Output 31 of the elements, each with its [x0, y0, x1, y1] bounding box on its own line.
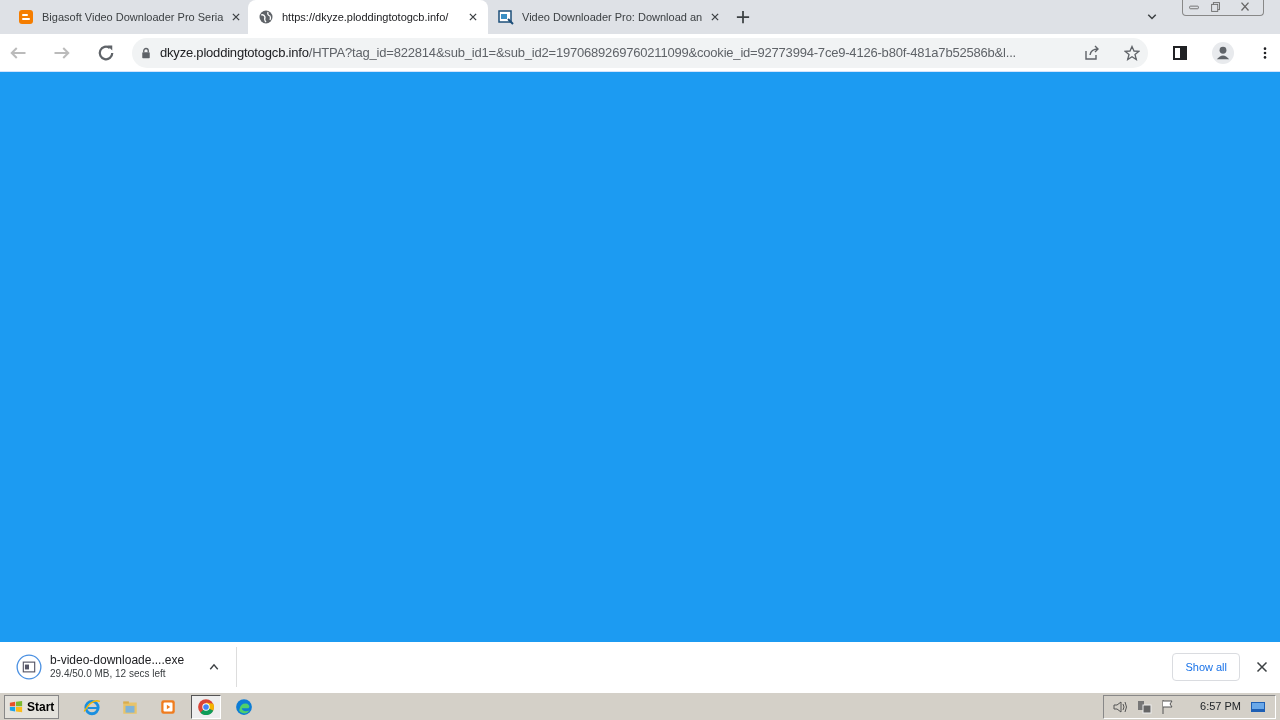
browser-tab[interactable]: Bigasoft Video Downloader Pro Seria: [8, 0, 248, 34]
address-bar[interactable]: dkyze.ploddingtotogcb.info/HTPA?tag_id=822814&sub_id1=&sub_id2=1970689269760211099&cookie_id=92773994-7ce9-4126-b80f-481a7b52586b&l...: [132, 37, 1148, 68]
globe-icon: [258, 9, 274, 25]
download-status: 29.4/50.0 MB, 12 secs left: [50, 668, 167, 681]
taskbar-chrome-button[interactable]: [191, 694, 222, 719]
share-icon[interactable]: [1084, 44, 1100, 61]
start-button[interactable]: Start: [4, 694, 60, 719]
speaker-icon[interactable]: [1112, 698, 1129, 715]
window-icon: [498, 9, 514, 25]
close-icon[interactable]: [710, 12, 721, 22]
chrome-icon: [197, 697, 216, 716]
show-all-button[interactable]: Show all: [1172, 652, 1240, 682]
browser-e-icon: [83, 697, 102, 716]
windows-logo-icon: [9, 699, 23, 714]
profile-icon[interactable]: [1212, 41, 1234, 64]
close-icon[interactable]: [468, 12, 478, 22]
file-icon: [16, 654, 42, 680]
blogger-icon: [18, 9, 34, 25]
file-name[interactable]: b-video-downloade....exe: [50, 653, 200, 669]
close-icon[interactable]: [1256, 661, 1268, 673]
network-icon[interactable]: [1136, 698, 1153, 715]
clock[interactable]: 6:57 PM: [1200, 698, 1241, 715]
side-panel-icon[interactable]: [1172, 44, 1188, 61]
edge-icon: [235, 697, 254, 716]
new-tab-icon[interactable]: [736, 10, 750, 24]
browser-tab[interactable]: https://dkyze.ploddingtotogcb.info/: [248, 0, 488, 34]
star-icon[interactable]: [1124, 44, 1140, 61]
lock-icon: [140, 46, 152, 59]
media-player-icon: [159, 697, 178, 716]
browser-tab[interactable]: Video Downloader Pro: Download an: [488, 0, 728, 34]
close-icon[interactable]: [231, 12, 242, 22]
